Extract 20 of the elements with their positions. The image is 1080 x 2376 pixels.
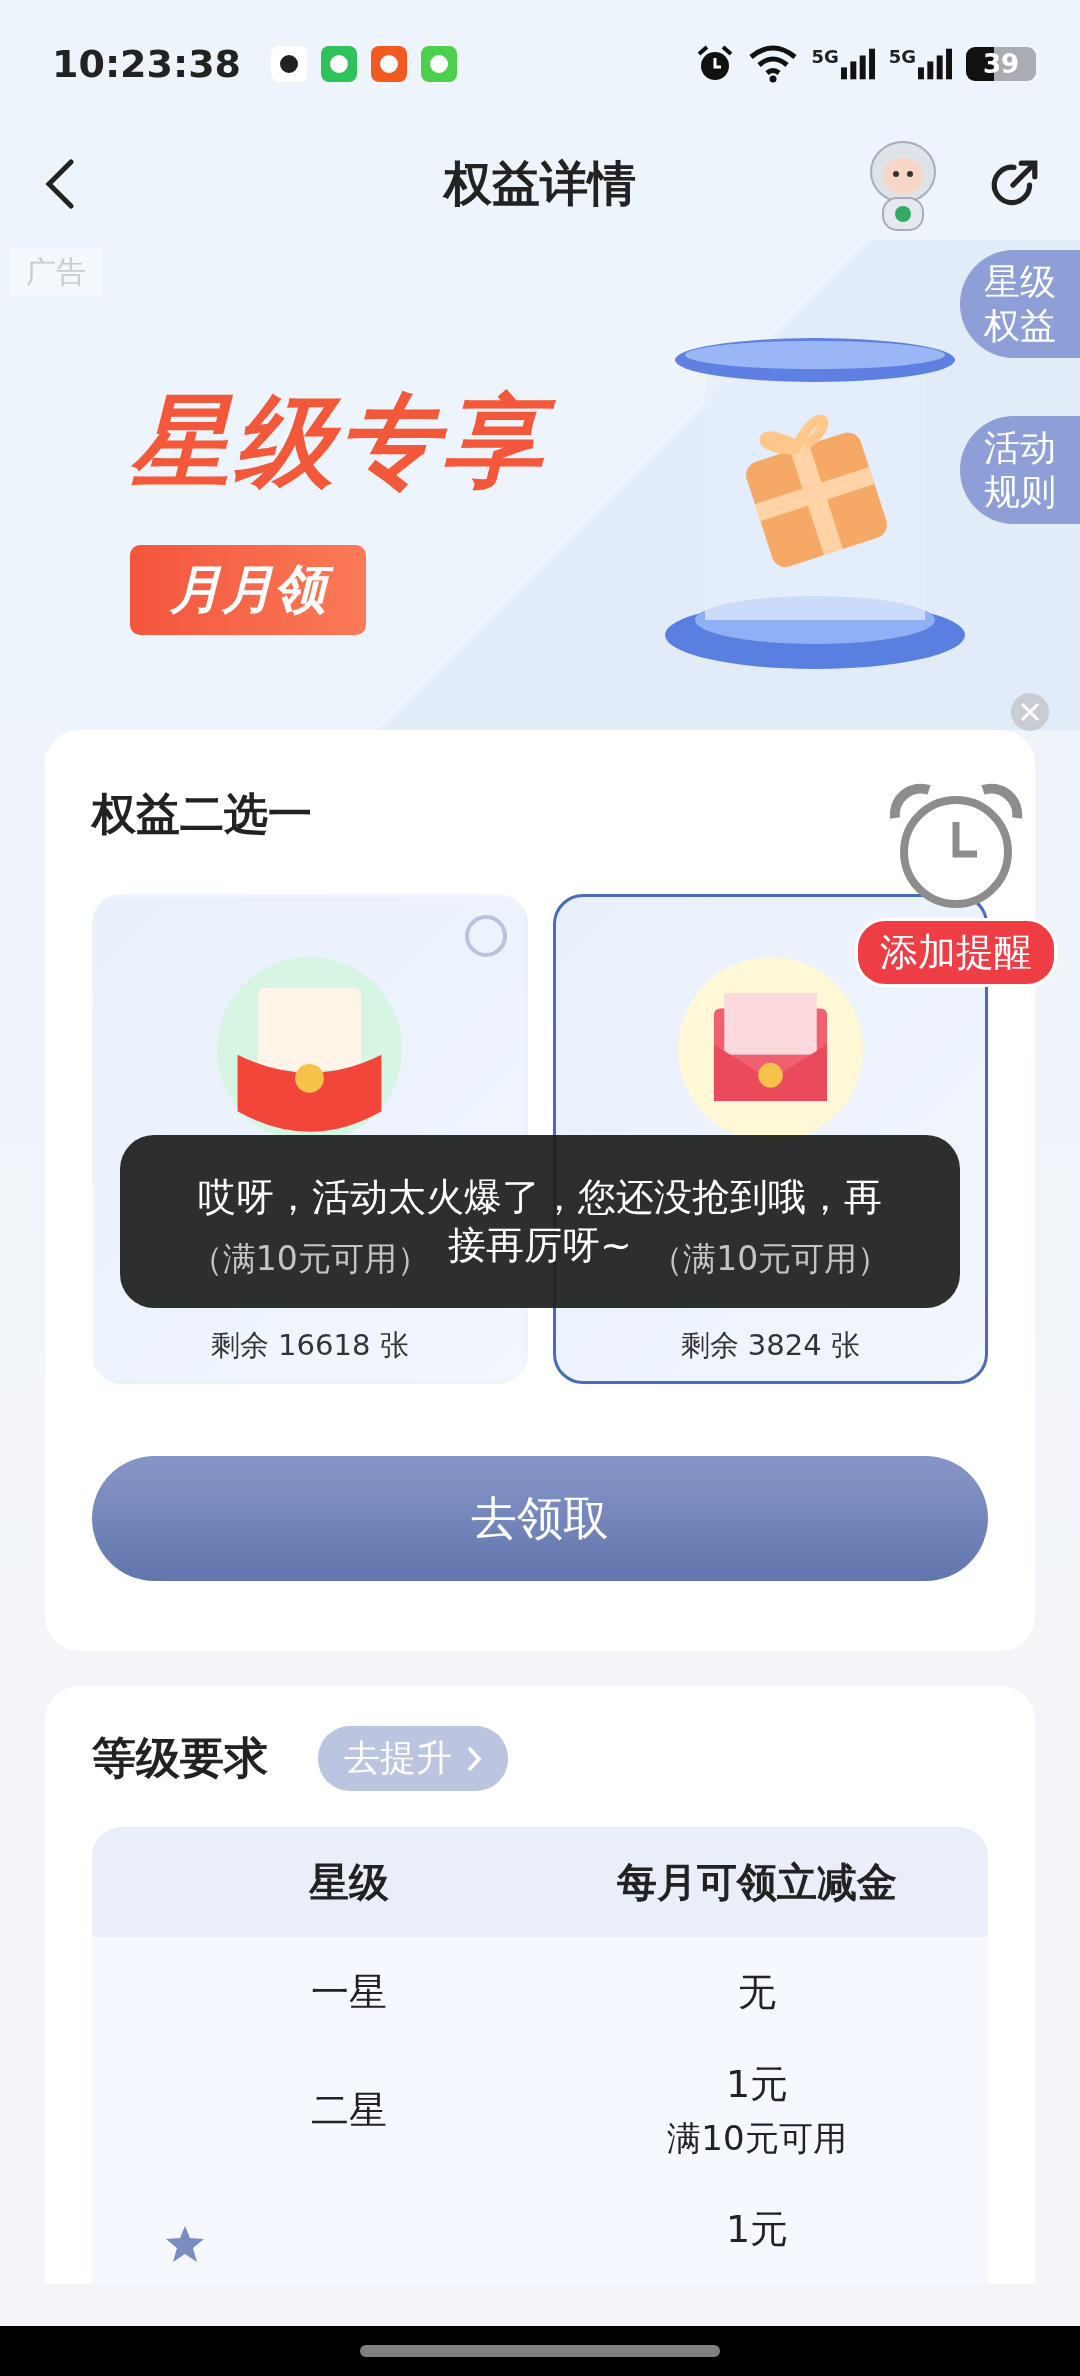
usage-condition: （满10元可用）: [650, 1238, 891, 1280]
remaining-count: 剩余 3824 张: [680, 1327, 860, 1364]
status-time: 10:23:38: [52, 42, 242, 86]
network-label: 5G: [888, 46, 916, 67]
section-title: 权益二选一: [92, 787, 313, 841]
page-title: 权益详情: [444, 154, 636, 213]
table-cell-text: 满10元可用: [667, 2117, 847, 2160]
section-title: 等级要求: [92, 1731, 268, 1785]
table-cell-text: 1元: [725, 2205, 789, 2253]
table-cell-text: 二星: [311, 2087, 387, 2134]
column-header: 每月可领立减金: [616, 1857, 898, 1907]
network-label: 5G: [811, 46, 839, 67]
remaining-count: 剩余 16618 张: [210, 1327, 409, 1364]
table-cell-text: 无: [738, 1968, 776, 2016]
banner-subline: 月月领: [130, 544, 366, 635]
usage-condition: （满10元可用）: [189, 1238, 430, 1280]
table-cell-text: 1元: [725, 2061, 789, 2108]
table-cell-text: 一星: [311, 1968, 387, 2016]
column-header: 星级: [308, 1857, 390, 1907]
banner-headline: 星级专享: [130, 375, 570, 517]
